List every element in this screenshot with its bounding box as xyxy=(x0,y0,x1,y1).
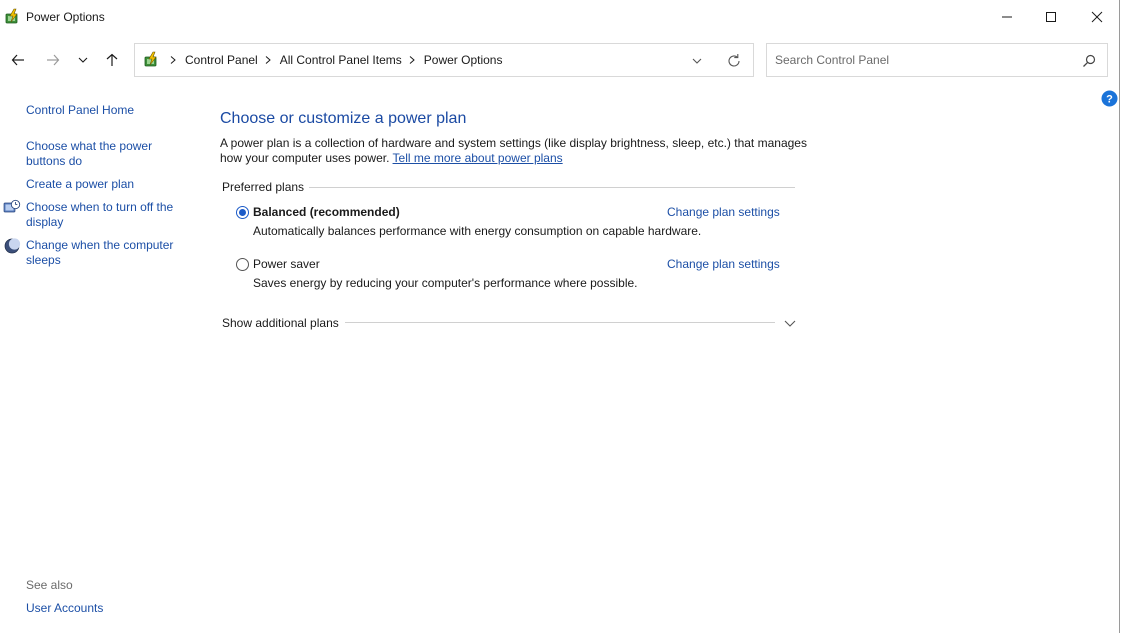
turn-off-display-link[interactable]: Choose when to turn off the display xyxy=(26,200,186,230)
minimize-icon xyxy=(1002,16,1012,18)
balanced-radio[interactable] xyxy=(236,206,249,219)
breadcrumb-power-options[interactable]: Power Options xyxy=(424,53,503,67)
window-title: Power Options xyxy=(26,10,105,24)
up-button[interactable] xyxy=(100,48,124,72)
section-divider xyxy=(309,187,795,188)
search-input[interactable] xyxy=(775,52,1075,68)
balanced-plan-description: Automatically balances performance with … xyxy=(253,224,702,238)
address-bar[interactable]: Control Panel All Control Panel Items Po… xyxy=(134,43,754,77)
arrow-right-icon xyxy=(47,54,60,66)
power-saver-radio[interactable] xyxy=(236,258,249,271)
help-icon[interactable]: ? xyxy=(1101,90,1118,107)
arrow-up-icon xyxy=(106,53,118,66)
refresh-button[interactable] xyxy=(725,52,743,70)
breadcrumb: Control Panel All Control Panel Items Po… xyxy=(165,44,504,76)
arrow-left-icon xyxy=(11,54,24,66)
close-button[interactable] xyxy=(1074,0,1120,34)
breadcrumb-all-items[interactable]: All Control Panel Items xyxy=(280,53,402,67)
control-panel-icon xyxy=(143,51,161,69)
back-button[interactable] xyxy=(6,48,30,72)
search-icon[interactable] xyxy=(1081,53,1097,69)
search-box[interactable] xyxy=(766,43,1108,77)
chevron-down-icon xyxy=(692,58,702,64)
balanced-change-settings-link[interactable]: Change plan settings xyxy=(667,205,780,219)
left-pane: Control Panel Home Choose what the power… xyxy=(0,86,200,633)
close-icon xyxy=(1091,11,1103,23)
power-buttons-link[interactable]: Choose what the power buttons do xyxy=(26,139,186,169)
chevron-down-icon xyxy=(78,57,88,63)
chevron-right-icon xyxy=(169,55,177,65)
recent-locations-button[interactable] xyxy=(71,48,95,72)
forward-button[interactable] xyxy=(41,48,65,72)
page-description: A power plan is a collection of hardware… xyxy=(220,136,810,166)
maximize-button[interactable] xyxy=(1028,0,1074,34)
balanced-plan-name[interactable]: Balanced (recommended) xyxy=(253,205,400,219)
preferred-plans-label: Preferred plans xyxy=(222,180,305,194)
create-power-plan-link[interactable]: Create a power plan xyxy=(26,177,186,192)
power-options-window: Power Options Control Panel All Control … xyxy=(0,0,1120,633)
power-saver-change-settings-link[interactable]: Change plan settings xyxy=(667,257,780,271)
chevron-right-icon[interactable] xyxy=(264,55,272,65)
computer-sleeps-link[interactable]: Change when the computer sleeps xyxy=(26,238,186,268)
breadcrumb-control-panel[interactable]: Control Panel xyxy=(185,53,258,67)
power-options-icon xyxy=(4,8,22,26)
page-title: Choose or customize a power plan xyxy=(220,110,467,127)
monitor-clock-icon xyxy=(3,199,21,217)
user-accounts-link[interactable]: User Accounts xyxy=(26,601,186,616)
control-panel-home-link[interactable]: Control Panel Home xyxy=(26,103,186,118)
refresh-icon xyxy=(728,54,740,67)
title-bar: Power Options xyxy=(0,0,1120,34)
section-divider xyxy=(345,322,775,323)
show-additional-plans-toggle[interactable]: Show additional plans xyxy=(222,316,339,330)
chevron-right-icon[interactable] xyxy=(408,55,416,65)
power-saver-plan-name[interactable]: Power saver xyxy=(253,257,320,271)
moon-icon xyxy=(3,237,21,255)
navigation-bar: Control Panel All Control Panel Items Po… xyxy=(0,34,1120,86)
chevron-down-icon[interactable] xyxy=(783,316,797,330)
minimize-button[interactable] xyxy=(984,0,1030,34)
svg-text:?: ? xyxy=(1106,94,1113,106)
power-saver-plan-description: Saves energy by reducing your computer's… xyxy=(253,276,638,290)
see-also-heading: See also xyxy=(26,578,73,592)
maximize-icon xyxy=(1046,12,1056,22)
address-dropdown-button[interactable] xyxy=(689,53,705,69)
learn-more-link[interactable]: Tell me more about power plans xyxy=(393,151,563,165)
